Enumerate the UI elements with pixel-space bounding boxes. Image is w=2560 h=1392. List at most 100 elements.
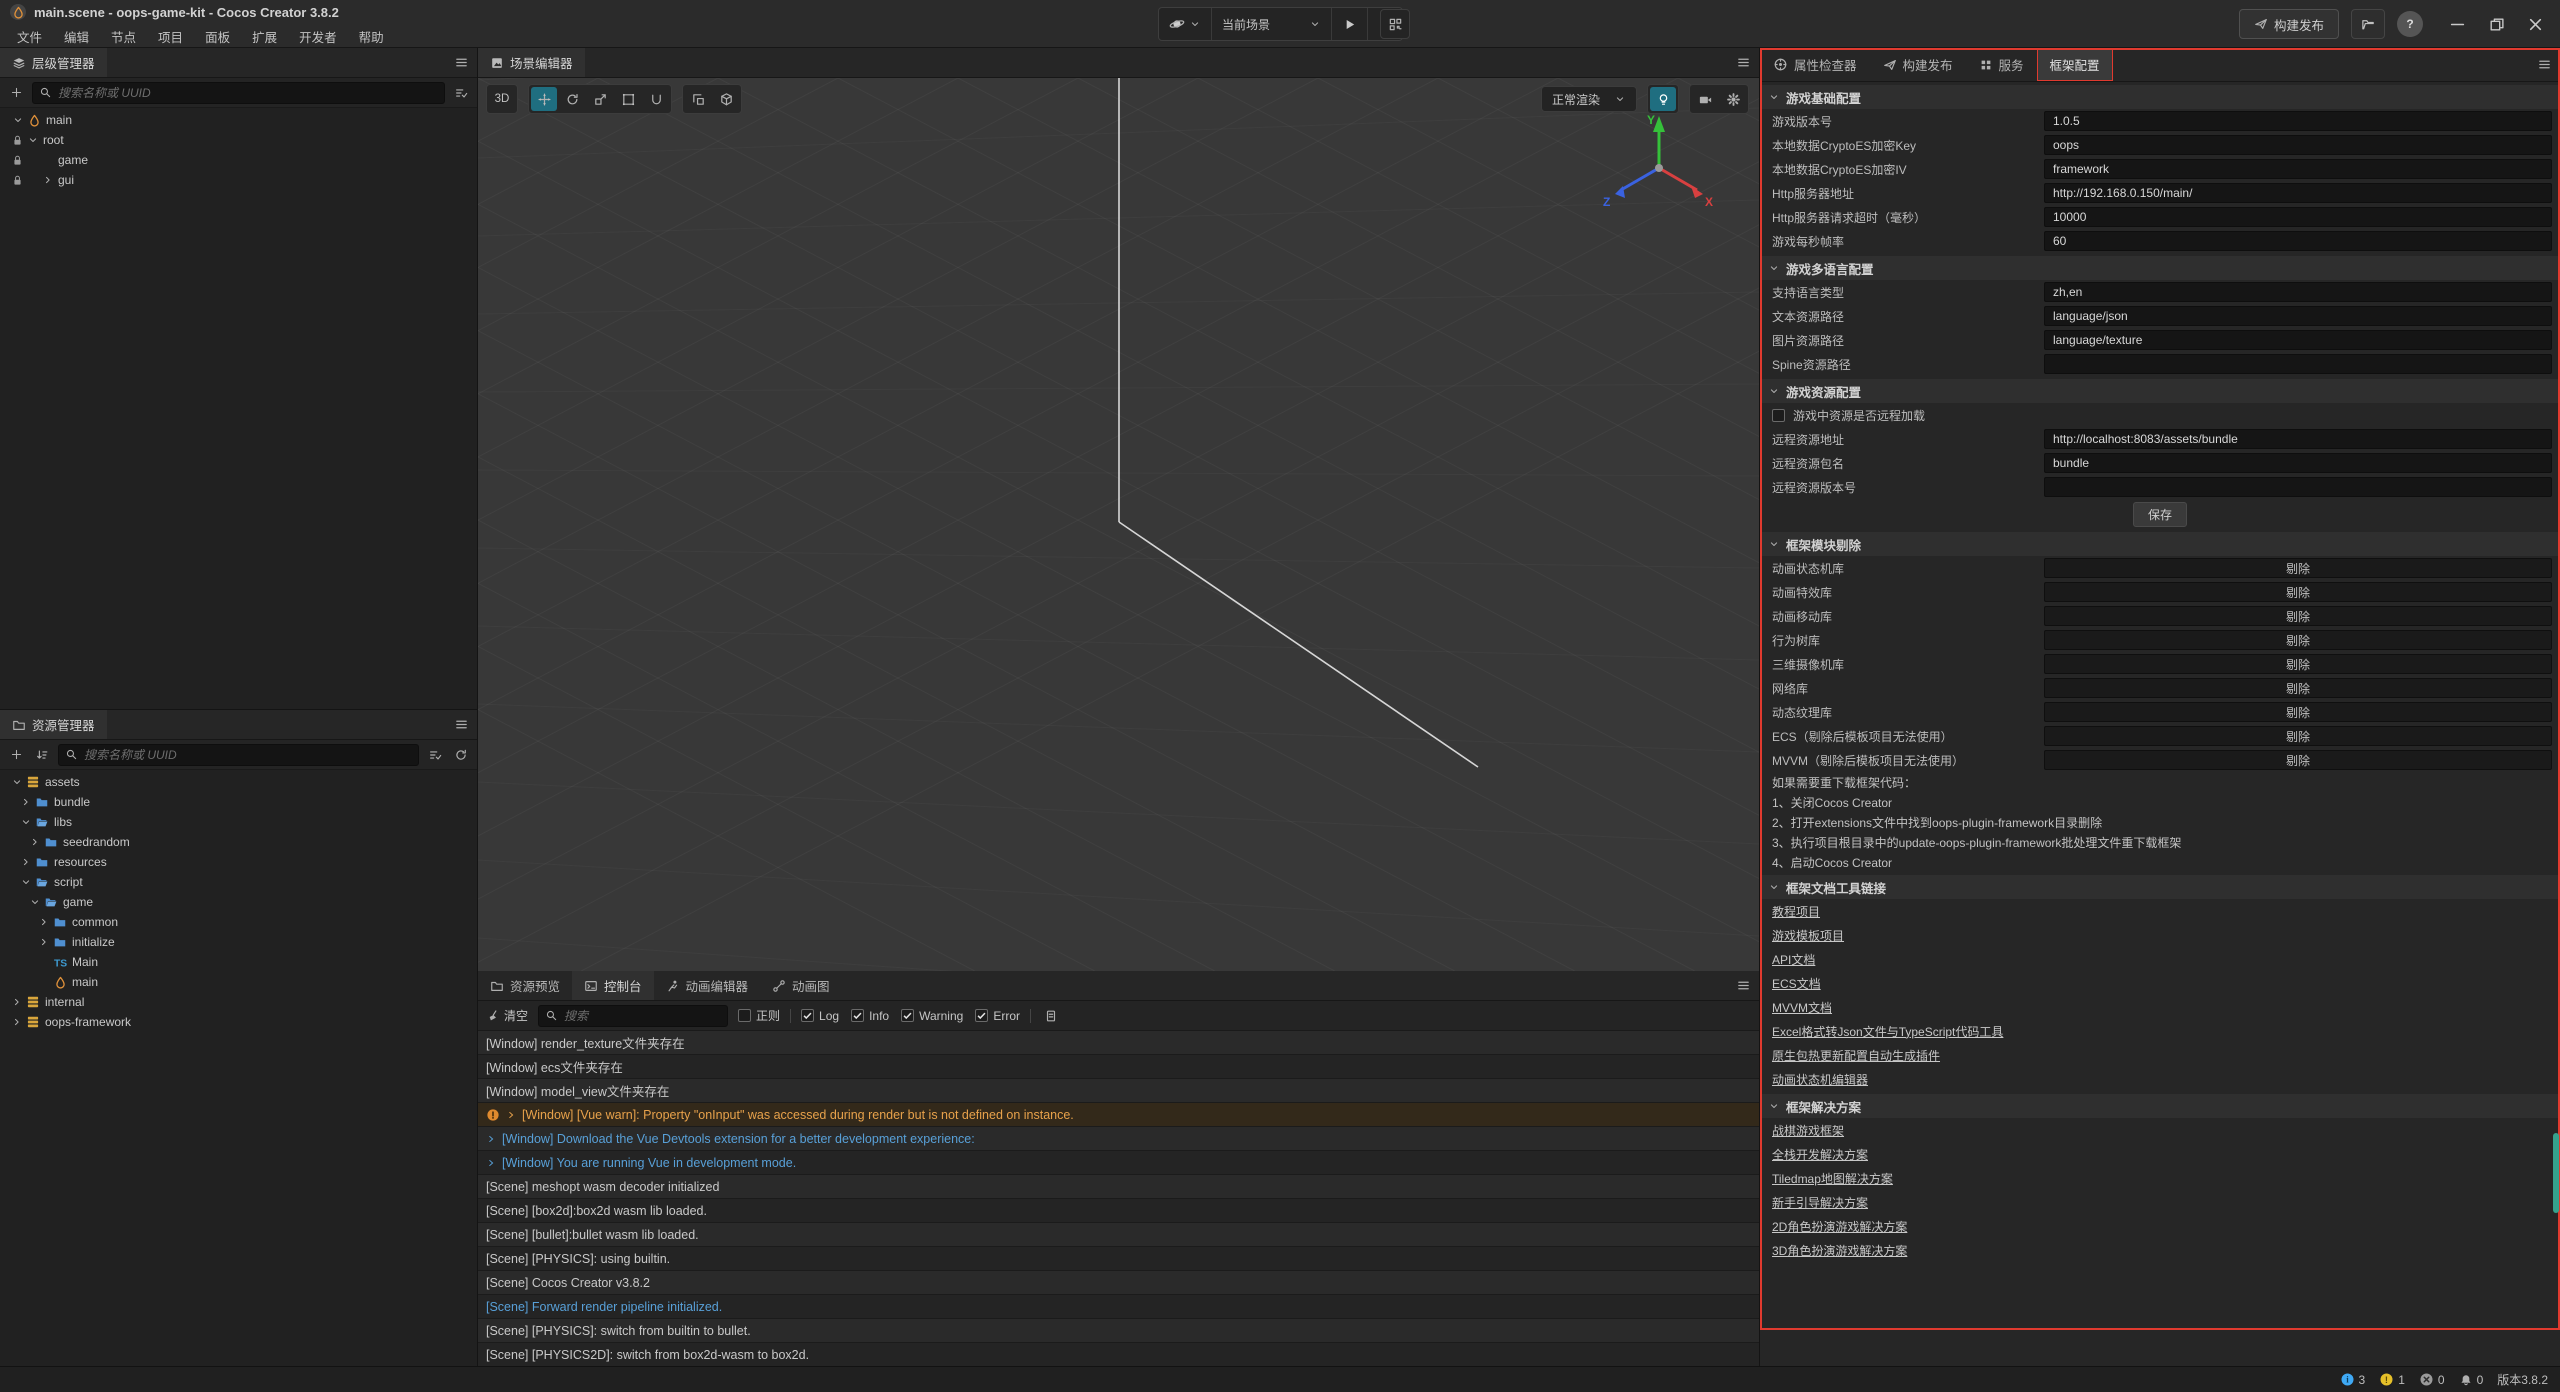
error-count[interactable]: 0 — [2419, 1372, 2445, 1387]
doc-link[interactable]: 3D角色扮演游戏解决方案 — [1772, 1242, 1907, 1259]
section-header[interactable]: 框架模块剔除 — [1760, 532, 2560, 556]
asset-node[interactable]: libs — [0, 812, 477, 832]
asset-node[interactable]: internal — [0, 992, 477, 1012]
inspector-tab-active[interactable]: 框架配置 — [2037, 48, 2113, 81]
console-search-input[interactable] — [564, 1009, 721, 1023]
console-message[interactable]: [Scene] [bullet]:bullet wasm lib loaded. — [478, 1223, 1759, 1247]
console-message[interactable]: [Scene] meshopt wasm decoder initialized — [478, 1175, 1759, 1199]
move-tool[interactable] — [531, 87, 557, 111]
menu-item[interactable]: 文件 — [6, 27, 53, 46]
inspector-scrollbar[interactable] — [2553, 1133, 2559, 1213]
section-header[interactable]: 游戏多语言配置 — [1760, 256, 2560, 280]
asset-node[interactable]: script — [0, 872, 477, 892]
preview-qr-button[interactable] — [1380, 9, 1410, 39]
console-tab[interactable]: 控制台 — [572, 971, 654, 1000]
scene-settings-button[interactable] — [1720, 87, 1746, 111]
assets-sort-button[interactable] — [32, 745, 52, 765]
doc-link[interactable]: MVVM文档 — [1772, 999, 1832, 1016]
property-input[interactable]: zh,en — [2044, 282, 2552, 302]
doc-link[interactable]: 游戏模板项目 — [1772, 927, 1844, 944]
pivot-tool[interactable] — [713, 87, 739, 111]
console-message[interactable]: [Window] render_texture文件夹存在 — [478, 1031, 1759, 1055]
asset-node[interactable]: bundle — [0, 792, 477, 812]
console-search[interactable] — [538, 1005, 728, 1027]
hierarchy-menu-icon[interactable] — [454, 55, 469, 70]
section-header[interactable]: 框架解决方案 — [1760, 1094, 2560, 1118]
scale-tool[interactable] — [587, 87, 613, 111]
inspector-menu-icon[interactable] — [2537, 57, 2552, 72]
console-message[interactable]: [Scene] Forward render pipeline initiali… — [478, 1295, 1759, 1319]
assets-add-button[interactable] — [6, 745, 26, 765]
console-message[interactable]: [Scene] [PHYSICS]: switch from builtin t… — [478, 1319, 1759, 1343]
property-input[interactable]: framework — [2044, 159, 2552, 179]
doc-link[interactable]: 动画状态机编辑器 — [1772, 1071, 1868, 1088]
doc-link[interactable]: Tiledmap地图解决方案 — [1772, 1170, 1893, 1187]
doc-link[interactable]: Excel格式转Json文件与TypeScript代码工具 — [1772, 1023, 2003, 1040]
menu-item[interactable]: 编辑 — [53, 27, 100, 46]
console-tab[interactable]: 动画图 — [760, 971, 842, 1000]
property-input[interactable]: language/json — [2044, 306, 2552, 326]
hierarchy-node[interactable]: root — [0, 130, 477, 150]
inspector-tab-[interactable]: 构建发布 — [1870, 48, 1966, 81]
asset-node[interactable]: oops-framework — [0, 1012, 477, 1032]
property-input[interactable]: 1.0.5 — [2044, 111, 2552, 131]
menu-item[interactable]: 节点 — [100, 27, 147, 46]
tab-hierarchy[interactable]: 层级管理器 — [0, 48, 107, 77]
snap-tool[interactable] — [685, 87, 711, 111]
menu-item[interactable]: 扩展 — [241, 27, 288, 46]
console-menu-icon[interactable] — [1736, 978, 1751, 993]
notification-count[interactable]: 0 — [2459, 1373, 2484, 1387]
menu-item[interactable]: 帮助 — [348, 27, 395, 46]
close-button[interactable] — [2527, 16, 2544, 33]
console-log-file-button[interactable] — [1041, 1006, 1061, 1026]
console-filter-log[interactable]: Log — [801, 1009, 839, 1023]
property-input[interactable]: 60 — [2044, 231, 2552, 251]
remove-module-button[interactable]: 剔除 — [2044, 582, 2552, 602]
console-message[interactable]: [Window] [Vue warn]: Property "onInput" … — [478, 1103, 1759, 1127]
property-input[interactable]: 10000 — [2044, 207, 2552, 227]
remove-module-button[interactable]: 剔除 — [2044, 702, 2552, 722]
console-clear-button[interactable]: 清空 — [486, 1007, 528, 1024]
hierarchy-filter-button[interactable] — [451, 83, 471, 103]
console-message[interactable]: [Window] model_view文件夹存在 — [478, 1079, 1759, 1103]
section-header[interactable]: 游戏基础配置 — [1760, 85, 2560, 109]
console-tab[interactable]: 资源预览 — [478, 971, 572, 1000]
console-tab[interactable]: 动画编辑器 — [654, 971, 761, 1000]
hierarchy-search[interactable] — [32, 82, 445, 104]
view-3d-toggle[interactable]: 3D — [489, 87, 515, 111]
doc-link[interactable]: 原生包热更新配置自动生成插件 — [1772, 1047, 1940, 1064]
build-publish-button[interactable]: 构建发布 — [2239, 9, 2339, 39]
hierarchy-add-button[interactable] — [6, 83, 26, 103]
console-filter-error[interactable]: Error — [975, 1009, 1020, 1023]
menu-item[interactable]: 面板 — [194, 27, 241, 46]
property-input[interactable]: oops — [2044, 135, 2552, 155]
console-message[interactable]: [Window] ecs文件夹存在 — [478, 1055, 1759, 1079]
console-message[interactable]: [Scene] [PHYSICS2D]: switch from box2d-w… — [478, 1343, 1759, 1366]
doc-link[interactable]: 新手引导解决方案 — [1772, 1194, 1868, 1211]
preview-target-select[interactable] — [1159, 8, 1211, 40]
remove-module-button[interactable]: 剔除 — [2044, 630, 2552, 650]
asset-node[interactable]: main — [0, 972, 477, 992]
remove-module-button[interactable]: 剔除 — [2044, 750, 2552, 770]
assets-refresh-button[interactable] — [451, 745, 471, 765]
doc-link[interactable]: API文档 — [1772, 951, 1815, 968]
property-input[interactable] — [2044, 354, 2552, 374]
assets-menu-icon[interactable] — [454, 717, 469, 732]
maximize-button[interactable] — [2488, 16, 2505, 33]
regex-checkbox[interactable]: 正则 — [738, 1007, 780, 1024]
hierarchy-node[interactable]: gui — [0, 170, 477, 190]
console-filter-warning[interactable]: Warning — [901, 1009, 963, 1023]
rotate-tool[interactable] — [559, 87, 585, 111]
console-message[interactable]: [Scene] [box2d]:box2d wasm lib loaded. — [478, 1199, 1759, 1223]
property-input[interactable]: language/texture — [2044, 330, 2552, 350]
hierarchy-node[interactable]: game — [0, 150, 477, 170]
console-message[interactable]: [Window] Download the Vue Devtools exten… — [478, 1127, 1759, 1151]
property-input[interactable] — [2044, 477, 2552, 497]
console-filter-info[interactable]: Info — [851, 1009, 889, 1023]
scene-select[interactable]: 当前场景 — [1211, 8, 1331, 40]
hierarchy-search-input[interactable] — [58, 86, 438, 100]
assets-search-input[interactable] — [84, 748, 412, 762]
section-header[interactable]: 框架文档工具链接 — [1760, 875, 2560, 899]
hierarchy-node[interactable]: main — [0, 110, 477, 130]
transform-gizmo-tool[interactable] — [643, 87, 669, 111]
